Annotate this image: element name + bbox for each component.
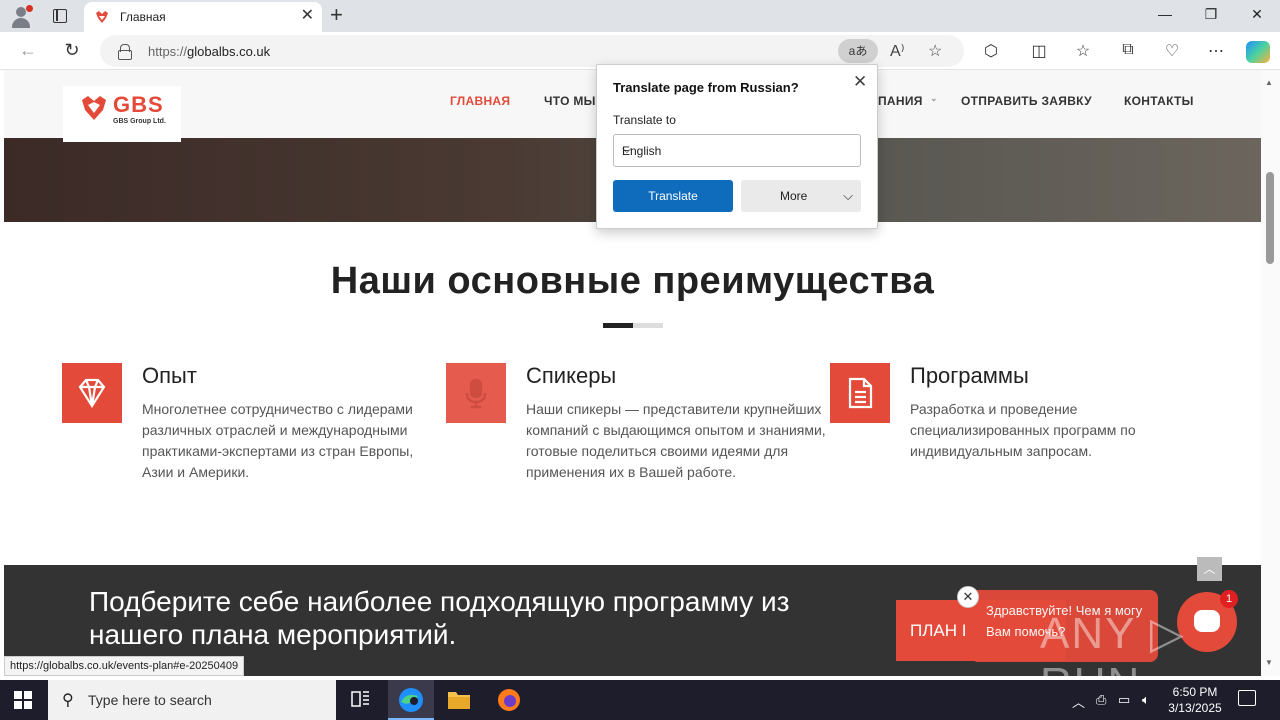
clock-date: 3/13/2025 — [1168, 701, 1222, 715]
chat-badge: 1 — [1220, 590, 1238, 608]
scroll-up-icon[interactable]: ▲ — [1265, 78, 1273, 87]
read-aloud-icon[interactable]: A⁾ — [890, 41, 905, 61]
translate-button[interactable]: Translate — [613, 180, 733, 212]
feature-text: Наши спикеры — представители крупнейших … — [526, 401, 826, 480]
clock-time: 6:50 PM — [1172, 685, 1218, 699]
browser-tab-active[interactable]: Главная ✕ — [84, 2, 322, 32]
site-logo[interactable]: GBS GBS Group Ltd. — [63, 86, 181, 142]
status-url: https://globalbs.co.uk/events-plan#e-202… — [4, 656, 245, 676]
nav-company[interactable]: ПАНИЯ — [878, 94, 923, 108]
close-icon[interactable]: ✕ — [853, 72, 867, 92]
feature-title: Программы — [910, 363, 1029, 388]
url-text[interactable]: https://globalbs.co.uk — [148, 44, 270, 59]
document-icon — [830, 363, 890, 423]
restore-icon[interactable]: ❐ — [1196, 6, 1226, 23]
gbs-crest-icon — [82, 96, 106, 120]
scrollbar-thumb[interactable] — [1266, 172, 1274, 264]
favorite-star-icon[interactable]: ☆ — [928, 41, 942, 61]
tab-bar: Главная ✕ + — ❐ ✕ — [0, 0, 1280, 32]
extensions-icon[interactable]: ⬡ — [980, 41, 1002, 61]
popup-title: Translate page from Russian? — [613, 80, 799, 95]
chat-close-icon[interactable]: ✕ — [957, 586, 979, 608]
edge-taskbar-icon[interactable] — [388, 680, 434, 720]
logo-subtitle: GBS Group Ltd. — [113, 118, 166, 125]
translate-popup: Translate page from Russian? ✕ Translate… — [596, 64, 878, 229]
tab-actions-icon[interactable] — [48, 6, 72, 26]
title-divider — [603, 323, 663, 328]
scroll-to-top-icon[interactable]: ︿ — [1197, 557, 1222, 581]
feature-title: Спикеры — [526, 363, 617, 388]
network-tray-icon[interactable]: ⎙ — [1096, 692, 1106, 708]
refresh-icon[interactable]: ↻ — [60, 40, 84, 60]
chevron-up-icon[interactable]: ︿ — [1072, 692, 1085, 711]
split-screen-icon[interactable]: ◫ — [1028, 41, 1050, 61]
search-placeholder: Type here to search — [88, 692, 212, 708]
windows-taskbar: ⚲ Type here to search ︿ ⎙ ▭ 🔈︎ 6:50 PM 3… — [0, 680, 1280, 720]
translate-to-label: Translate to — [613, 113, 676, 127]
task-view-icon[interactable] — [337, 680, 383, 720]
language-select[interactable]: English ⌵ — [613, 134, 861, 167]
file-explorer-icon[interactable] — [436, 680, 482, 720]
logo-brand: GBS — [113, 92, 164, 117]
new-tab-button[interactable]: + — [330, 4, 343, 26]
page-scrollbar[interactable]: ▲ ▼ — [1261, 70, 1280, 676]
section-title: Наши основные преимущества — [330, 260, 935, 302]
diamond-icon — [62, 363, 122, 423]
nav-home[interactable]: ГЛАВНАЯ — [450, 94, 510, 108]
minimize-icon[interactable]: — — [1150, 6, 1180, 22]
more-label: More — [780, 189, 808, 203]
notifications-icon[interactable] — [1238, 690, 1256, 706]
chevron-down-icon: ⌵ — [622, 141, 632, 156]
search-icon: ⚲ — [62, 692, 74, 709]
firefox-icon[interactable] — [486, 680, 532, 720]
lock-icon[interactable] — [118, 44, 132, 60]
anyrun-watermark: ANY ▷ RUN — [1040, 609, 1186, 676]
volume-icon[interactable]: 🔈︎ — [1142, 692, 1150, 708]
close-tab-icon[interactable]: ✕ — [301, 8, 314, 24]
gbs-favicon-icon — [96, 11, 108, 23]
nav-what-we-do[interactable]: ЧТО МЫ — [544, 94, 596, 108]
feature-title: Опыт — [142, 363, 197, 388]
chevron-down-icon: ⌵ — [843, 188, 853, 203]
nav-send-request[interactable]: ОТПРАВИТЬ ЗАЯВКУ — [961, 94, 1092, 108]
address-bar[interactable]: https://globalbs.co.uk aあ A⁾ ☆ — [100, 35, 964, 67]
back-icon[interactable]: ← — [16, 40, 40, 60]
feature-text: Многолетнее сотрудничество с лидерами ра… — [142, 401, 414, 480]
windows-start-icon[interactable] — [14, 691, 32, 709]
taskbar-clock[interactable]: 6:50 PM 3/13/2025 — [1166, 684, 1224, 716]
translate-icon[interactable]: aあ — [838, 39, 878, 63]
tab-title: Главная — [120, 10, 166, 24]
favorites-icon[interactable]: ☆ — [1072, 41, 1094, 61]
microphone-icon — [446, 363, 506, 423]
feature-text: Разработка и проведение специализированн… — [910, 401, 1136, 459]
more-menu-icon[interactable]: ⋯ — [1205, 41, 1227, 61]
nav-contacts[interactable]: КОНТАКТЫ — [1124, 94, 1194, 108]
profile-avatar-icon[interactable] — [8, 4, 34, 30]
collections-icon[interactable]: ⧉ — [1117, 41, 1139, 59]
scroll-down-icon[interactable]: ▼ — [1265, 658, 1273, 667]
copilot-icon[interactable] — [1246, 41, 1270, 63]
taskbar-search[interactable]: ⚲ Type here to search — [48, 680, 336, 720]
chevron-down-icon: ⌄ — [930, 93, 938, 103]
browser-essentials-icon[interactable]: ♡ — [1161, 41, 1183, 61]
ethernet-icon[interactable]: ▭ — [1118, 692, 1130, 708]
more-button[interactable]: More ⌵ — [741, 180, 861, 212]
close-window-icon[interactable]: ✕ — [1242, 6, 1272, 23]
banner-text: Подберите себе наиболее подходящую прогр… — [89, 586, 790, 650]
